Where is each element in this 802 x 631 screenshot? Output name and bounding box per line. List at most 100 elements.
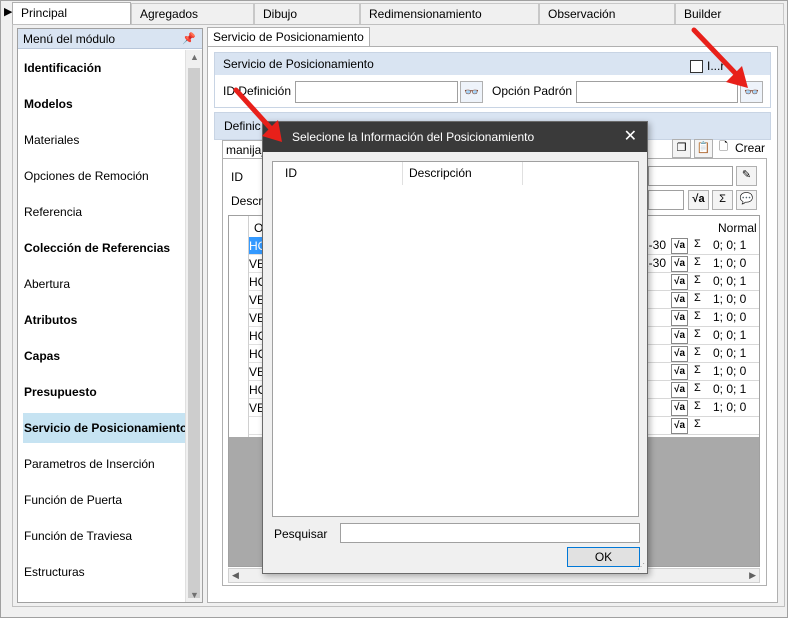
tab-redimensionamiento[interactable]: Redimensionamiento — [360, 3, 539, 24]
search-input[interactable] — [340, 523, 640, 543]
grid-cell-normal[interactable]: 0; 0; 1 — [713, 328, 746, 342]
sidebar-item-identificacion[interactable]: Identificación — [23, 53, 187, 83]
sigma-icon[interactable]: Σ — [694, 400, 701, 412]
formula-icon[interactable]: √a — [671, 364, 688, 380]
formula-icon[interactable]: √a — [671, 418, 688, 434]
sidebar-item-parametros-insercion[interactable]: Parametros de Inserción — [23, 449, 187, 479]
table-row[interactable]: √a Σ 1; 0; 0 — [642, 363, 759, 381]
tab-servicio-posicionamiento[interactable]: Servicio de Posicionamiento — [207, 27, 370, 47]
sidebar-item-servicio-posicionamiento[interactable]: Servicio de Posicionamiento — [23, 413, 187, 443]
sigma-icon[interactable]: Σ — [694, 292, 701, 304]
formula-icon[interactable]: √a — [688, 190, 709, 210]
grid-cell-o[interactable]: HO — [249, 345, 263, 363]
table-row[interactable]: √a Σ 1; 0; 0 — [642, 309, 759, 327]
sidebar-scrollbar[interactable]: ▲ ▼ — [185, 50, 202, 602]
grid-cell-normal[interactable]: 0; 0; 1 — [713, 238, 746, 252]
table-row[interactable]: √a Σ 1; 0; 0 — [642, 399, 759, 417]
formula-icon[interactable]: √a — [671, 346, 688, 362]
table-row[interactable]: √a Σ 0; 0; 1 — [642, 327, 759, 345]
sigma-icon[interactable]: Σ — [694, 256, 701, 268]
grid-cell-normal[interactable]: 1; 0; 0 — [713, 256, 746, 270]
table-row[interactable]: 2-30 √a Σ 1; 0; 0 — [642, 255, 759, 273]
formula-icon[interactable]: √a — [671, 400, 688, 416]
grid-cell-normal[interactable]: 1; 0; 0 — [713, 310, 746, 324]
table-row[interactable]: √a Σ 0; 0; 1 — [642, 273, 759, 291]
grid-cell-normal[interactable]: 0; 0; 1 — [713, 274, 746, 288]
resize-grip-icon[interactable]: ⋰ — [637, 562, 645, 571]
grid-cell-o[interactable]: HO — [249, 327, 263, 345]
crear-button[interactable]: Crear — [735, 141, 765, 155]
grid-cell-normal[interactable]: 0; 0; 1 — [713, 382, 746, 396]
grid-cell-normal[interactable]: 0; 0; 1 — [713, 346, 746, 360]
sidebar-item-modelos[interactable]: Modelos — [23, 89, 187, 119]
grid-cell-o[interactable]: VE — [249, 309, 263, 327]
comment-icon[interactable]: 💬 — [736, 190, 757, 210]
sidebar-item-funcion-puerta[interactable]: Función de Puerta — [23, 485, 187, 515]
tab-dibujo[interactable]: Dibujo — [254, 3, 360, 24]
formula-icon[interactable]: √a — [671, 256, 688, 272]
sidebar-item-coleccion-referencias[interactable]: Colección de Referencias — [23, 233, 187, 263]
grid-cell-o[interactable]: VE — [249, 399, 263, 417]
sigma-icon[interactable]: Σ — [694, 238, 701, 250]
formula-icon[interactable]: √a — [671, 238, 688, 254]
grid-cell-o[interactable]: HO — [249, 237, 263, 255]
tab-builder[interactable]: Builder — [675, 3, 784, 24]
positioning-list[interactable]: ID Descripción — [272, 161, 639, 517]
close-icon[interactable]: ✕ — [624, 122, 637, 152]
formula-icon[interactable]: √a — [671, 292, 688, 308]
id-input[interactable] — [648, 166, 733, 186]
tab-principal[interactable]: Principal — [12, 2, 131, 25]
list-header-descripcion[interactable]: Descripción — [403, 162, 523, 185]
sigma-icon[interactable]: Σ — [694, 310, 701, 322]
formula-icon[interactable]: √a — [671, 274, 688, 290]
scroll-left-icon[interactable]: ◀ — [232, 570, 239, 581]
grid-cell-normal[interactable]: 1; 0; 0 — [713, 400, 746, 414]
sigma-icon[interactable]: Σ — [694, 346, 701, 358]
scroll-down-icon[interactable]: ▼ — [190, 590, 199, 600]
paste-icon[interactable]: 📋 — [694, 139, 713, 158]
formula-icon[interactable]: √a — [671, 382, 688, 398]
grid-cell-normal[interactable]: 1; 0; 0 — [713, 364, 746, 378]
id-definicion-input[interactable] — [295, 81, 458, 103]
grid-cell-o[interactable]: HO — [249, 381, 263, 399]
new-icon[interactable]: 🗋 — [714, 139, 733, 158]
search-binoculars-icon[interactable]: 👓 — [460, 81, 483, 103]
grid-cell-o[interactable]: VE — [249, 291, 263, 309]
scroll-right-icon[interactable]: ▶ — [749, 570, 756, 581]
sidebar-item-estructuras[interactable]: Estructuras — [23, 557, 187, 587]
sidebar-item-funcion-traviesa[interactable]: Función de Traviesa — [23, 521, 187, 551]
sidebar-item-materiales[interactable]: Materiales — [23, 125, 187, 155]
table-row[interactable]: 2-30 √a Σ 0; 0; 1 — [642, 237, 759, 255]
sidebar-item-referencia[interactable]: Referencia — [23, 197, 187, 227]
sigma-icon[interactable]: Σ — [694, 328, 701, 340]
tab-agregados[interactable]: Agregados — [131, 3, 254, 24]
sigma-icon[interactable]: Σ — [694, 364, 701, 376]
sidebar-item-abertura[interactable]: Abertura — [23, 269, 187, 299]
sidebar-item-capas[interactable]: Capas — [23, 341, 187, 371]
descr-input[interactable] — [648, 190, 684, 210]
sigma-icon[interactable]: Σ — [712, 190, 733, 210]
formula-icon[interactable]: √a — [671, 310, 688, 326]
formula-icon[interactable]: √a — [671, 328, 688, 344]
copy-icon[interactable]: ❐ — [672, 139, 691, 158]
ok-button[interactable]: OK — [567, 547, 640, 567]
grid-cell-o[interactable] — [249, 417, 263, 435]
grid-cell-o[interactable]: VE — [249, 363, 263, 381]
grid-cell-o[interactable]: VE — [249, 255, 263, 273]
table-row[interactable]: √a Σ 0; 0; 1 — [642, 381, 759, 399]
grid-cell-normal[interactable]: 1; 0; 0 — [713, 292, 746, 306]
list-header-id[interactable]: ID — [279, 162, 403, 185]
tab-observacion[interactable]: Observación — [539, 3, 675, 24]
table-row[interactable]: √a Σ 0; 0; 1 — [642, 345, 759, 363]
table-row[interactable]: √a Σ 1; 0; 0 — [642, 291, 759, 309]
scroll-up-icon[interactable]: ▲ — [190, 52, 199, 62]
sidebar-item-opciones-remocion[interactable]: Opciones de Remoción — [23, 161, 187, 191]
table-row[interactable]: √a Σ — [642, 417, 759, 435]
sigma-icon[interactable]: Σ — [694, 274, 701, 286]
sidebar-item-atributos[interactable]: Atributos — [23, 305, 187, 335]
pin-icon[interactable]: 📌 — [182, 29, 196, 49]
sigma-icon[interactable]: Σ — [694, 382, 701, 394]
sigma-icon[interactable]: Σ — [694, 418, 701, 430]
sidebar-item-presupuesto[interactable]: Presupuesto — [23, 377, 187, 407]
pick-icon[interactable]: ✎ — [736, 166, 757, 186]
